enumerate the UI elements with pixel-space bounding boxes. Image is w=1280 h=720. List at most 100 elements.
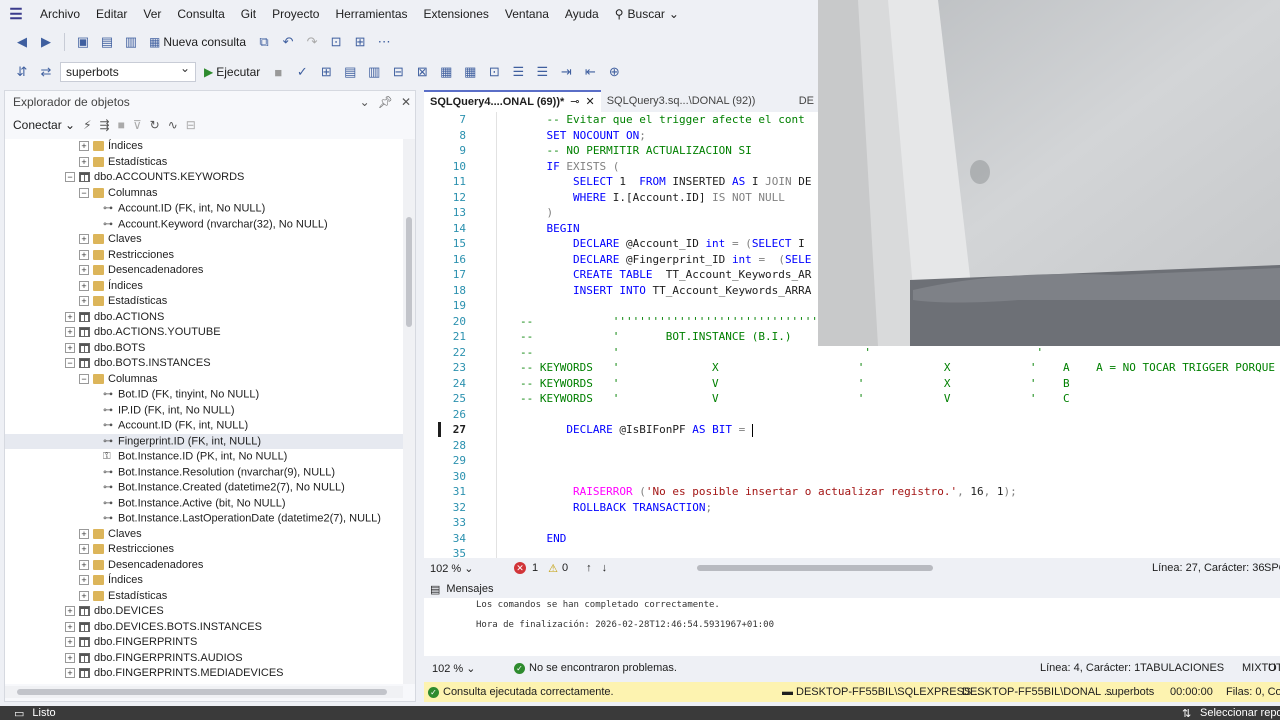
tree-node[interactable]: + dbo.FINGERPRINTS.MEDIADEVICES [5, 666, 403, 682]
undo-icon[interactable]: ↶ [278, 32, 298, 52]
save-all-icon[interactable]: ▥ [121, 32, 141, 52]
expand-icon[interactable]: + [79, 528, 89, 539]
tree-node[interactable]: + dbo.ACTIONS.YOUTUBE [5, 325, 403, 341]
parse-check-icon[interactable]: ✓ [292, 62, 312, 82]
expand-icon[interactable]: + [65, 637, 75, 648]
more-toolbar-icon[interactable]: ⋯ [374, 32, 394, 52]
tree-node[interactable]: + dbo.FINGERPRINTS [5, 635, 403, 651]
tree-node[interactable]: ⊶ Fingerprint.ID (FK, int, NULL) [5, 433, 403, 449]
zoom-select[interactable]: 102 % ⌄ [424, 562, 488, 575]
execute-button[interactable]: ▶ Ejecutar [200, 65, 264, 79]
estimated-plan-icon[interactable]: ⊞ [316, 62, 336, 82]
arrow-up-icon[interactable]: ↑ [586, 562, 592, 574]
tree-node[interactable]: − dbo.ACCOUNTS.KEYWORDS [5, 170, 403, 186]
indent-icon[interactable]: ⇥ [556, 62, 576, 82]
back-icon[interactable]: ◀ [12, 32, 32, 52]
save-icon[interactable]: ▤ [97, 32, 117, 52]
tree-horizontal-scrollbar[interactable] [5, 686, 403, 698]
live-stats-icon[interactable]: ⊠ [412, 62, 432, 82]
warning-icon[interactable]: ⚠ [548, 562, 558, 575]
tree-node[interactable]: + Índices [5, 139, 403, 155]
specify-values-icon[interactable]: ⊕ [604, 62, 624, 82]
tab-sqlquery4[interactable]: SQLQuery4....ONAL (69))* ⊸ ✕ [424, 90, 601, 112]
tree-node[interactable]: + Restricciones [5, 248, 403, 264]
tree-node[interactable]: − Columnas [5, 186, 403, 202]
collapse-icon[interactable]: − [79, 373, 89, 384]
forward-icon[interactable]: ▶ [36, 32, 56, 52]
redo-icon[interactable]: ↷ [302, 32, 322, 52]
client-stats-icon[interactable]: ▦ [436, 62, 456, 82]
tree-node[interactable]: + Estadísticas [5, 155, 403, 171]
expand-icon[interactable]: + [79, 234, 89, 245]
expand-icon[interactable]: + [79, 296, 89, 307]
tree-node[interactable]: + Estadísticas [5, 294, 403, 310]
expand-icon[interactable]: + [79, 156, 89, 167]
expand-icon[interactable]: + [65, 652, 75, 663]
expand-icon[interactable]: + [79, 141, 89, 152]
new-project-icon[interactable]: ▣ [73, 32, 93, 52]
zoom-select[interactable]: 102 % ⌄ [424, 662, 496, 675]
tree-node[interactable]: + Claves [5, 527, 403, 543]
tree-vertical-scrollbar[interactable] [403, 139, 415, 684]
chevron-down-icon[interactable]: ⌄ [360, 95, 370, 109]
tree-node[interactable]: ⊶ IP.ID (FK, int, No NULL) [5, 403, 403, 419]
collapse-icon[interactable]: − [65, 358, 75, 369]
tree-node[interactable]: + Restricciones [5, 542, 403, 558]
query-designer-icon[interactable]: ▤ [340, 62, 360, 82]
scrollbar-thumb[interactable] [17, 689, 387, 695]
tree-node[interactable]: + Claves [5, 232, 403, 248]
tree-node[interactable]: ⊶ Bot.Instance.LastOperationDate (datetim… [5, 511, 403, 527]
expand-icon[interactable]: + [79, 280, 89, 291]
expand-icon[interactable]: + [79, 559, 89, 570]
collapse-icon[interactable]: ⊟ [186, 118, 196, 132]
expand-icon[interactable]: + [79, 249, 89, 260]
tree-node[interactable]: + Desencadenadores [5, 558, 403, 574]
expand-icon[interactable]: + [79, 544, 89, 555]
tree-node[interactable]: ⊶ Bot.Instance.Created (datetime2(7), No … [5, 480, 403, 496]
tree-node[interactable]: ⊶ Bot.ID (FK, tinyint, No NULL) [5, 387, 403, 403]
expand-icon[interactable]: + [79, 590, 89, 601]
connect-dropdown[interactable]: Conectar ⌄ [13, 118, 75, 132]
tree-node[interactable]: − dbo.BOTS.INSTANCES [5, 356, 403, 372]
tree-node[interactable]: ⚿ Bot.Instance.ID (PK, int, No NULL) [5, 449, 403, 465]
select-repo[interactable]: Seleccionar repo [1200, 707, 1280, 719]
tree-node[interactable]: + dbo.BOTS [5, 341, 403, 357]
menu-item-extensiones[interactable]: Extensiones [416, 0, 497, 28]
refresh-icon[interactable]: ↻ [150, 118, 160, 132]
collapse-icon[interactable]: − [65, 172, 75, 183]
outdent-icon[interactable]: ⇤ [580, 62, 600, 82]
tree-node[interactable]: + Estadísticas [5, 589, 403, 605]
include-plan-icon[interactable]: ⊟ [388, 62, 408, 82]
results-file-icon[interactable]: ⊡ [484, 62, 504, 82]
editor-hscroll[interactable] [697, 565, 934, 571]
tree-node[interactable]: ⊶ Account.ID (FK, int, No NULL) [5, 201, 403, 217]
collapse-icon[interactable]: − [79, 187, 89, 198]
filter-icon[interactable]: ⊽ [133, 118, 142, 132]
disconnect-icon[interactable]: ⇶ [100, 118, 110, 132]
ssms-logo-icon[interactable]: ☰ [0, 0, 32, 28]
pin-icon[interactable]: ⊸ [570, 91, 579, 113]
expand-icon[interactable]: + [65, 327, 75, 338]
expand-icon[interactable]: + [79, 575, 89, 586]
menu-item-proyecto[interactable]: Proyecto [264, 0, 327, 28]
tab-sqlquery3[interactable]: SQLQuery3.sq...\DONAL (92)) [601, 90, 793, 112]
expand-icon[interactable]: + [65, 606, 75, 617]
tree-node[interactable]: ⊶ Account.ID (FK, int, NULL) [5, 418, 403, 434]
database-select[interactable]: superbots [60, 61, 196, 82]
activity-monitor-icon[interactable]: ⊡ [326, 32, 346, 52]
search-menu[interactable]: ⚲ Buscar ⌄ [607, 0, 687, 28]
pin-icon[interactable]: 📌︎ [378, 95, 393, 109]
menu-item-consulta[interactable]: Consulta [169, 0, 232, 28]
connect-plug-icon[interactable]: ⚡︎ [83, 118, 91, 132]
menu-item-git[interactable]: Git [233, 0, 264, 28]
dax-query-icon[interactable]: ⧉ [254, 32, 274, 52]
menu-item-ayuda[interactable]: Ayuda [557, 0, 607, 28]
tree-node[interactable]: + dbo.FINGERPRINTS.AUDIOS [5, 651, 403, 667]
tree-node[interactable]: + Índices [5, 279, 403, 295]
tree-node[interactable]: ⊶ Account.Keyword (nvarchar(32), No NULL) [5, 217, 403, 233]
error-icon[interactable]: ✕ [514, 562, 526, 574]
menu-item-editar[interactable]: Editar [88, 0, 135, 28]
tree-node[interactable]: + Desencadenadores [5, 263, 403, 279]
new-query-button[interactable]: ▦ Nueva consulta [145, 35, 250, 49]
close-icon[interactable]: ✕ [401, 95, 411, 109]
